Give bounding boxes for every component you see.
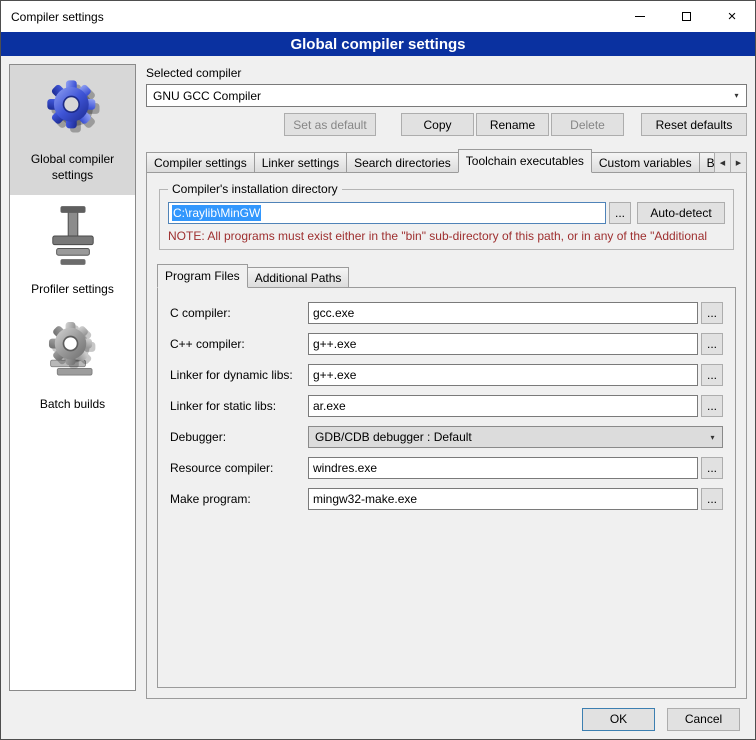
sidebar-item-label: Profiler settings <box>31 282 114 298</box>
debugger-dropdown[interactable]: GDB/CDB debugger : Default ▾ <box>308 426 723 448</box>
debugger-value: GDB/CDB debugger : Default <box>315 430 472 444</box>
arrow-left-icon: ◀ <box>720 159 725 167</box>
tab-build-options[interactable]: Build <box>699 152 715 173</box>
compiler-actions: Set as default Copy Rename Delete Reset … <box>146 113 747 136</box>
window-title: Compiler settings <box>1 10 104 24</box>
c-compiler-browse-button[interactable]: ... <box>701 302 723 324</box>
rename-button[interactable]: Rename <box>476 113 549 136</box>
copy-button[interactable]: Copy <box>401 113 474 136</box>
sidebar-item-profiler-settings[interactable]: Profiler settings <box>10 195 135 310</box>
arrow-right-icon: ▶ <box>736 159 741 167</box>
main-panel: Selected compiler GNU GCC Compiler ▾ Set… <box>146 64 747 699</box>
minimize-button[interactable] <box>617 1 663 32</box>
c-compiler-input[interactable] <box>308 302 698 324</box>
program-files-tabstrip: Program Files Additional Paths <box>157 264 736 288</box>
titlebar[interactable]: Compiler settings × <box>1 1 755 32</box>
make-program-input[interactable] <box>308 488 698 510</box>
cpp-compiler-row: C++ compiler: ... <box>170 333 723 355</box>
subtab-additional-paths[interactable]: Additional Paths <box>247 267 350 288</box>
delete-button[interactable]: Delete <box>551 113 624 136</box>
sidebar-item-label: Batch builds <box>40 397 105 413</box>
settings-category-list: Global compiler settings Profiler settin… <box>9 64 136 691</box>
compiler-settings-dialog: Compiler settings × Global compiler sett… <box>0 0 756 740</box>
window-controls: × <box>617 1 755 32</box>
tab-toolchain-executables[interactable]: Toolchain executables <box>458 149 592 173</box>
ok-button[interactable]: OK <box>582 708 655 731</box>
tab-scroll-left-button[interactable]: ◀ <box>714 152 731 173</box>
subtab-program-files[interactable]: Program Files <box>157 264 248 288</box>
make-program-label: Make program: <box>170 492 308 506</box>
static-linker-input[interactable] <box>308 395 698 417</box>
profiler-tool-icon <box>47 203 99 269</box>
sidebar-item-label: Global compiler settings <box>15 152 130 183</box>
cancel-button[interactable]: Cancel <box>667 708 740 731</box>
close-button[interactable]: × <box>709 1 755 32</box>
reset-defaults-button[interactable]: Reset defaults <box>641 113 747 136</box>
maximize-button[interactable] <box>663 1 709 32</box>
selected-compiler-dropdown[interactable]: GNU GCC Compiler ▾ <box>146 84 747 107</box>
sidebar-item-global-compiler-settings[interactable]: Global compiler settings <box>10 65 135 195</box>
resource-compiler-input[interactable] <box>308 457 698 479</box>
tabs-wrap: Compiler settings Linker settings Search… <box>146 149 715 173</box>
resource-compiler-label: Resource compiler: <box>170 461 308 475</box>
tab-custom-variables[interactable]: Custom variables <box>591 152 700 173</box>
installation-directory-value: C:\raylib\MinGW <box>172 205 261 221</box>
tab-linker-settings[interactable]: Linker settings <box>254 152 347 173</box>
browse-directory-button[interactable]: ... <box>609 202 631 224</box>
bin-subdirectory-note: NOTE: All programs must exist either in … <box>168 229 725 243</box>
subtabs-wrap: Program Files Additional Paths <box>157 264 736 288</box>
dynamic-linker-label: Linker for dynamic libs: <box>170 368 308 382</box>
static-linker-browse-button[interactable]: ... <box>701 395 723 417</box>
blue-gear-icon <box>44 73 102 139</box>
c-compiler-label: C compiler: <box>170 306 308 320</box>
cpp-compiler-browse-button[interactable]: ... <box>701 333 723 355</box>
dynamic-linker-input[interactable] <box>308 364 698 386</box>
debugger-label: Debugger: <box>170 430 308 444</box>
chevron-down-icon: ▾ <box>703 427 722 447</box>
tab-search-directories[interactable]: Search directories <box>346 152 459 173</box>
installation-directory-row: C:\raylib\MinGW ... Auto-detect <box>168 202 725 224</box>
dynamic-linker-browse-button[interactable]: ... <box>701 364 723 386</box>
dynamic-linker-row: Linker for dynamic libs: ... <box>170 364 723 386</box>
make-program-browse-button[interactable]: ... <box>701 488 723 510</box>
close-icon: × <box>728 9 737 24</box>
cpp-compiler-label: C++ compiler: <box>170 337 308 351</box>
installation-directory-group: Compiler's installation directory C:\ray… <box>159 189 734 250</box>
selected-compiler-value: GNU GCC Compiler <box>153 89 261 103</box>
gray-gear-stack-icon <box>44 318 102 384</box>
selected-compiler-label: Selected compiler <box>146 66 747 80</box>
set-as-default-button[interactable]: Set as default <box>284 113 376 136</box>
make-program-row: Make program: ... <box>170 488 723 510</box>
c-compiler-row: C compiler: ... <box>170 302 723 324</box>
debugger-row: Debugger: GDB/CDB debugger : Default ▾ <box>170 426 723 448</box>
tab-scroll-right-button[interactable]: ▶ <box>730 152 747 173</box>
tab-compiler-settings[interactable]: Compiler settings <box>146 152 255 173</box>
program-files-panel: C compiler: ... C++ compiler: ... Linker… <box>157 287 736 688</box>
static-linker-row: Linker for static libs: ... <box>170 395 723 417</box>
static-linker-label: Linker for static libs: <box>170 399 308 413</box>
toolchain-executables-panel: Compiler's installation directory C:\ray… <box>146 172 747 699</box>
compiler-tabstrip: Compiler settings Linker settings Search… <box>146 149 747 173</box>
resource-compiler-row: Resource compiler: ... <box>170 457 723 479</box>
installation-directory-group-title: Compiler's installation directory <box>168 182 342 196</box>
chevron-down-icon: ▾ <box>727 85 746 106</box>
sidebar-item-batch-builds[interactable]: Batch builds <box>10 310 135 425</box>
cpp-compiler-input[interactable] <box>308 333 698 355</box>
minimize-icon <box>635 16 645 17</box>
autodetect-button[interactable]: Auto-detect <box>637 202 725 224</box>
dialog-footer: OK Cancel <box>1 699 755 739</box>
dialog-body: Global compiler settings Profiler settin… <box>1 56 755 699</box>
installation-directory-input[interactable]: C:\raylib\MinGW <box>168 202 606 224</box>
resource-compiler-browse-button[interactable]: ... <box>701 457 723 479</box>
page-title: Global compiler settings <box>1 32 755 56</box>
maximize-icon <box>682 12 691 21</box>
